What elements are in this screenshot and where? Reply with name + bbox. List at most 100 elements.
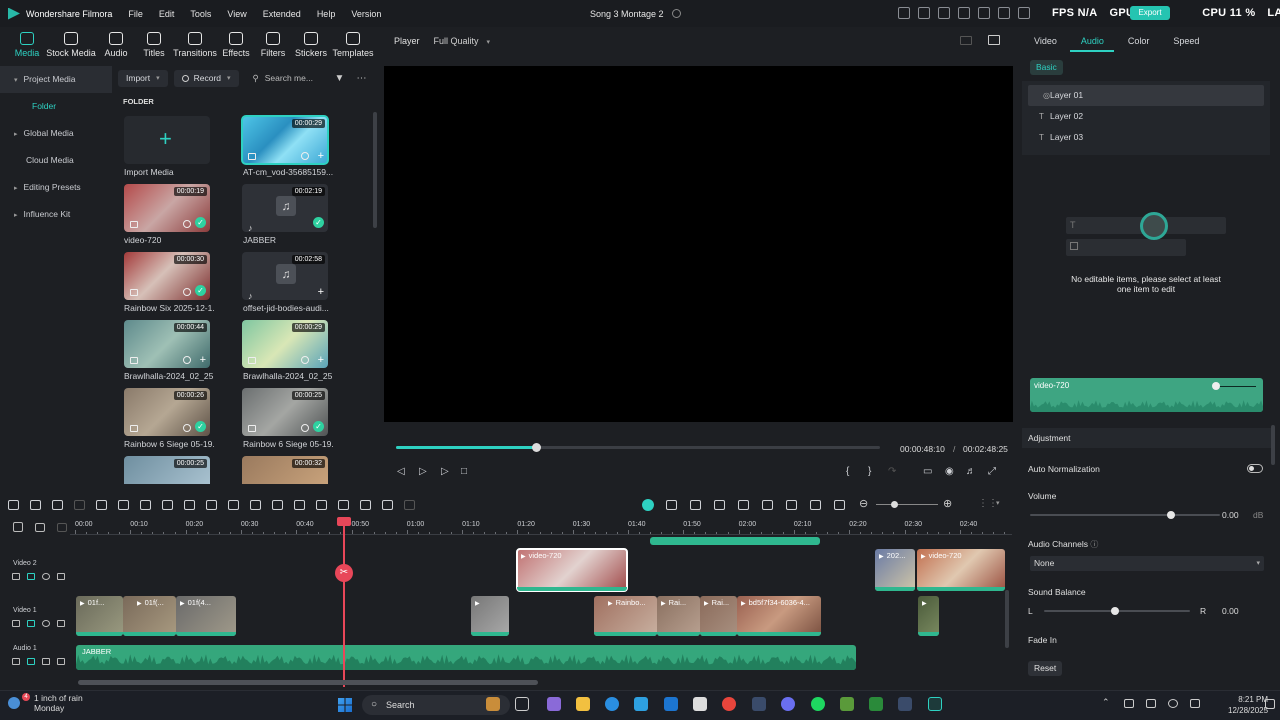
discord-icon[interactable] — [781, 697, 795, 711]
add-icon[interactable]: + — [318, 286, 324, 298]
track-settings-icon[interactable] — [57, 523, 67, 532]
send-icon[interactable] — [918, 7, 930, 19]
media-thumbnail[interactable]: 00:00:25 ✓ — [242, 388, 328, 436]
panel-scrollbar[interactable] — [1271, 425, 1275, 465]
scissors-icon[interactable]: ✂ — [335, 564, 353, 582]
keyframe-icon[interactable] — [162, 500, 173, 510]
audio-detach-icon[interactable] — [206, 500, 217, 510]
volume-slider-knob[interactable] — [1167, 511, 1175, 519]
basic-subtab[interactable]: Basic — [1030, 60, 1063, 75]
tree-cloud-media[interactable]: Cloud Media — [0, 147, 112, 174]
media-thumbnail[interactable]: 00:02:19 ♫ ♪ ✓ — [242, 184, 328, 232]
minecraft-icon[interactable] — [840, 697, 854, 711]
tree-influence-kit[interactable]: Influence Kit — [0, 201, 112, 228]
audio-link-icon[interactable] — [57, 620, 65, 627]
more-icon[interactable]: ⋯ — [356, 73, 366, 84]
add-icon[interactable]: + — [318, 150, 324, 162]
quality-dropdown[interactable]: Full Quality ▾ — [434, 36, 491, 46]
voiceover-icon[interactable] — [786, 500, 797, 510]
timeline-scrollbar[interactable] — [78, 680, 538, 685]
group-icon[interactable] — [382, 500, 393, 510]
playback-progress[interactable] — [396, 443, 880, 452]
display-icon[interactable]: ▭ — [923, 466, 932, 477]
media-search[interactable]: ⚲ Search me... — [245, 70, 329, 87]
cut-icon[interactable] — [118, 500, 129, 510]
steam-icon[interactable] — [752, 697, 766, 711]
tab-color[interactable]: Color — [1128, 36, 1150, 46]
media-thumbnail[interactable]: 00:00:19 ✓ — [124, 184, 210, 232]
pip-icon[interactable] — [810, 500, 821, 510]
speaker-icon[interactable] — [42, 658, 50, 665]
speed-icon[interactable] — [228, 500, 239, 510]
media-thumbnail[interactable]: 00:00:29 + — [242, 320, 328, 368]
menu-edit[interactable]: Edit — [159, 9, 175, 19]
auto-icon[interactable] — [714, 500, 725, 510]
steam-app-icon[interactable] — [898, 697, 912, 711]
auto-normalization-toggle[interactable] — [1247, 464, 1263, 473]
timeline-clip[interactable]: bd5f7f34-6036-4... — [737, 596, 821, 636]
filmora-taskbar-icon[interactable] — [928, 697, 942, 711]
zoom-out-icon[interactable]: ⊖ — [859, 497, 868, 510]
cloud-icon[interactable] — [998, 7, 1010, 19]
volume-slider[interactable] — [1030, 514, 1220, 516]
notification-icon[interactable] — [1265, 699, 1275, 709]
grid-icon[interactable]: ⋮⋮ — [978, 498, 998, 509]
ungroup-icon[interactable] — [404, 500, 415, 510]
lock-icon[interactable] — [27, 573, 35, 580]
text-icon[interactable] — [184, 500, 195, 510]
mic-icon[interactable] — [762, 500, 773, 510]
save-icon[interactable] — [978, 7, 990, 19]
tree-editing-presets[interactable]: Editing Presets — [0, 174, 112, 201]
folder-icon[interactable] — [12, 573, 20, 580]
notepad-icon[interactable] — [693, 697, 707, 711]
wifi-icon[interactable] — [1146, 699, 1156, 708]
timeline-clip-selected[interactable]: video-720 — [516, 548, 628, 592]
widget-icon[interactable] — [486, 697, 500, 711]
timeline-clip[interactable]: 01f(... — [123, 596, 176, 636]
toolbar-stock-media[interactable]: Stock Media — [46, 27, 96, 63]
tab-speed[interactable]: Speed — [1173, 36, 1199, 46]
mark-in-icon[interactable]: { — [846, 466, 849, 477]
insert-icon[interactable]: ↷ — [888, 466, 896, 477]
weather-icon[interactable] — [8, 697, 20, 709]
media-thumbnail[interactable]: 00:00:29 + — [241, 115, 329, 165]
xbox-icon[interactable] — [869, 697, 883, 711]
toolbar-audio[interactable]: Audio — [96, 27, 136, 63]
mask-icon[interactable] — [294, 500, 305, 510]
timeline-clip[interactable]: Rainbo... — [594, 596, 657, 636]
screen-icon[interactable] — [690, 500, 701, 510]
timeline-clip[interactable]: Rai... — [657, 596, 700, 636]
stop-icon[interactable]: □ — [461, 466, 467, 477]
layer-item[interactable]: Layer 01 — [1028, 85, 1264, 106]
import-media-card[interactable]: + — [124, 116, 210, 164]
folder-icon[interactable] — [12, 658, 20, 665]
tab-audio[interactable]: Audio — [1081, 36, 1104, 46]
caption-icon[interactable] — [834, 500, 845, 510]
tree-global-media[interactable]: Global Media — [0, 120, 112, 147]
camera-icon[interactable]: ◉ — [945, 466, 954, 477]
add-icon[interactable]: + — [318, 354, 324, 366]
progress-knob[interactable] — [532, 443, 542, 452]
toolbar-templates[interactable]: Templates — [330, 27, 376, 63]
lock-icon[interactable] — [27, 658, 35, 665]
weather-widget[interactable]: 1 inch of rain Monday — [34, 693, 83, 713]
stabilize-icon[interactable] — [338, 500, 349, 510]
reset-button[interactable]: Reset — [1028, 661, 1063, 676]
add-track-icon[interactable] — [35, 523, 45, 532]
timeline-clip[interactable]: 01f... — [76, 596, 123, 636]
menu-extended[interactable]: Extended — [263, 9, 301, 19]
media-thumbnail[interactable]: 00:00:32 — [242, 456, 328, 484]
step-forward-icon[interactable]: ▷ — [419, 466, 427, 477]
ai-icon[interactable] — [272, 500, 283, 510]
store-icon[interactable] — [634, 697, 648, 711]
record-dropdown[interactable]: Record ▾ — [173, 69, 239, 87]
lock-icon[interactable] — [27, 620, 35, 627]
media-thumbnail[interactable]: 00:00:26 ✓ — [124, 388, 210, 436]
gift-icon[interactable] — [898, 7, 910, 19]
layer-item[interactable]: Layer 02 — [1022, 106, 1270, 127]
timeline-vscrollbar[interactable] — [1005, 590, 1009, 648]
filter-icon[interactable]: ▼ — [335, 73, 345, 84]
balance-slider-knob[interactable] — [1111, 607, 1119, 615]
toolbar-filters[interactable]: Filters — [254, 27, 292, 63]
zoom-slider[interactable] — [876, 504, 938, 505]
